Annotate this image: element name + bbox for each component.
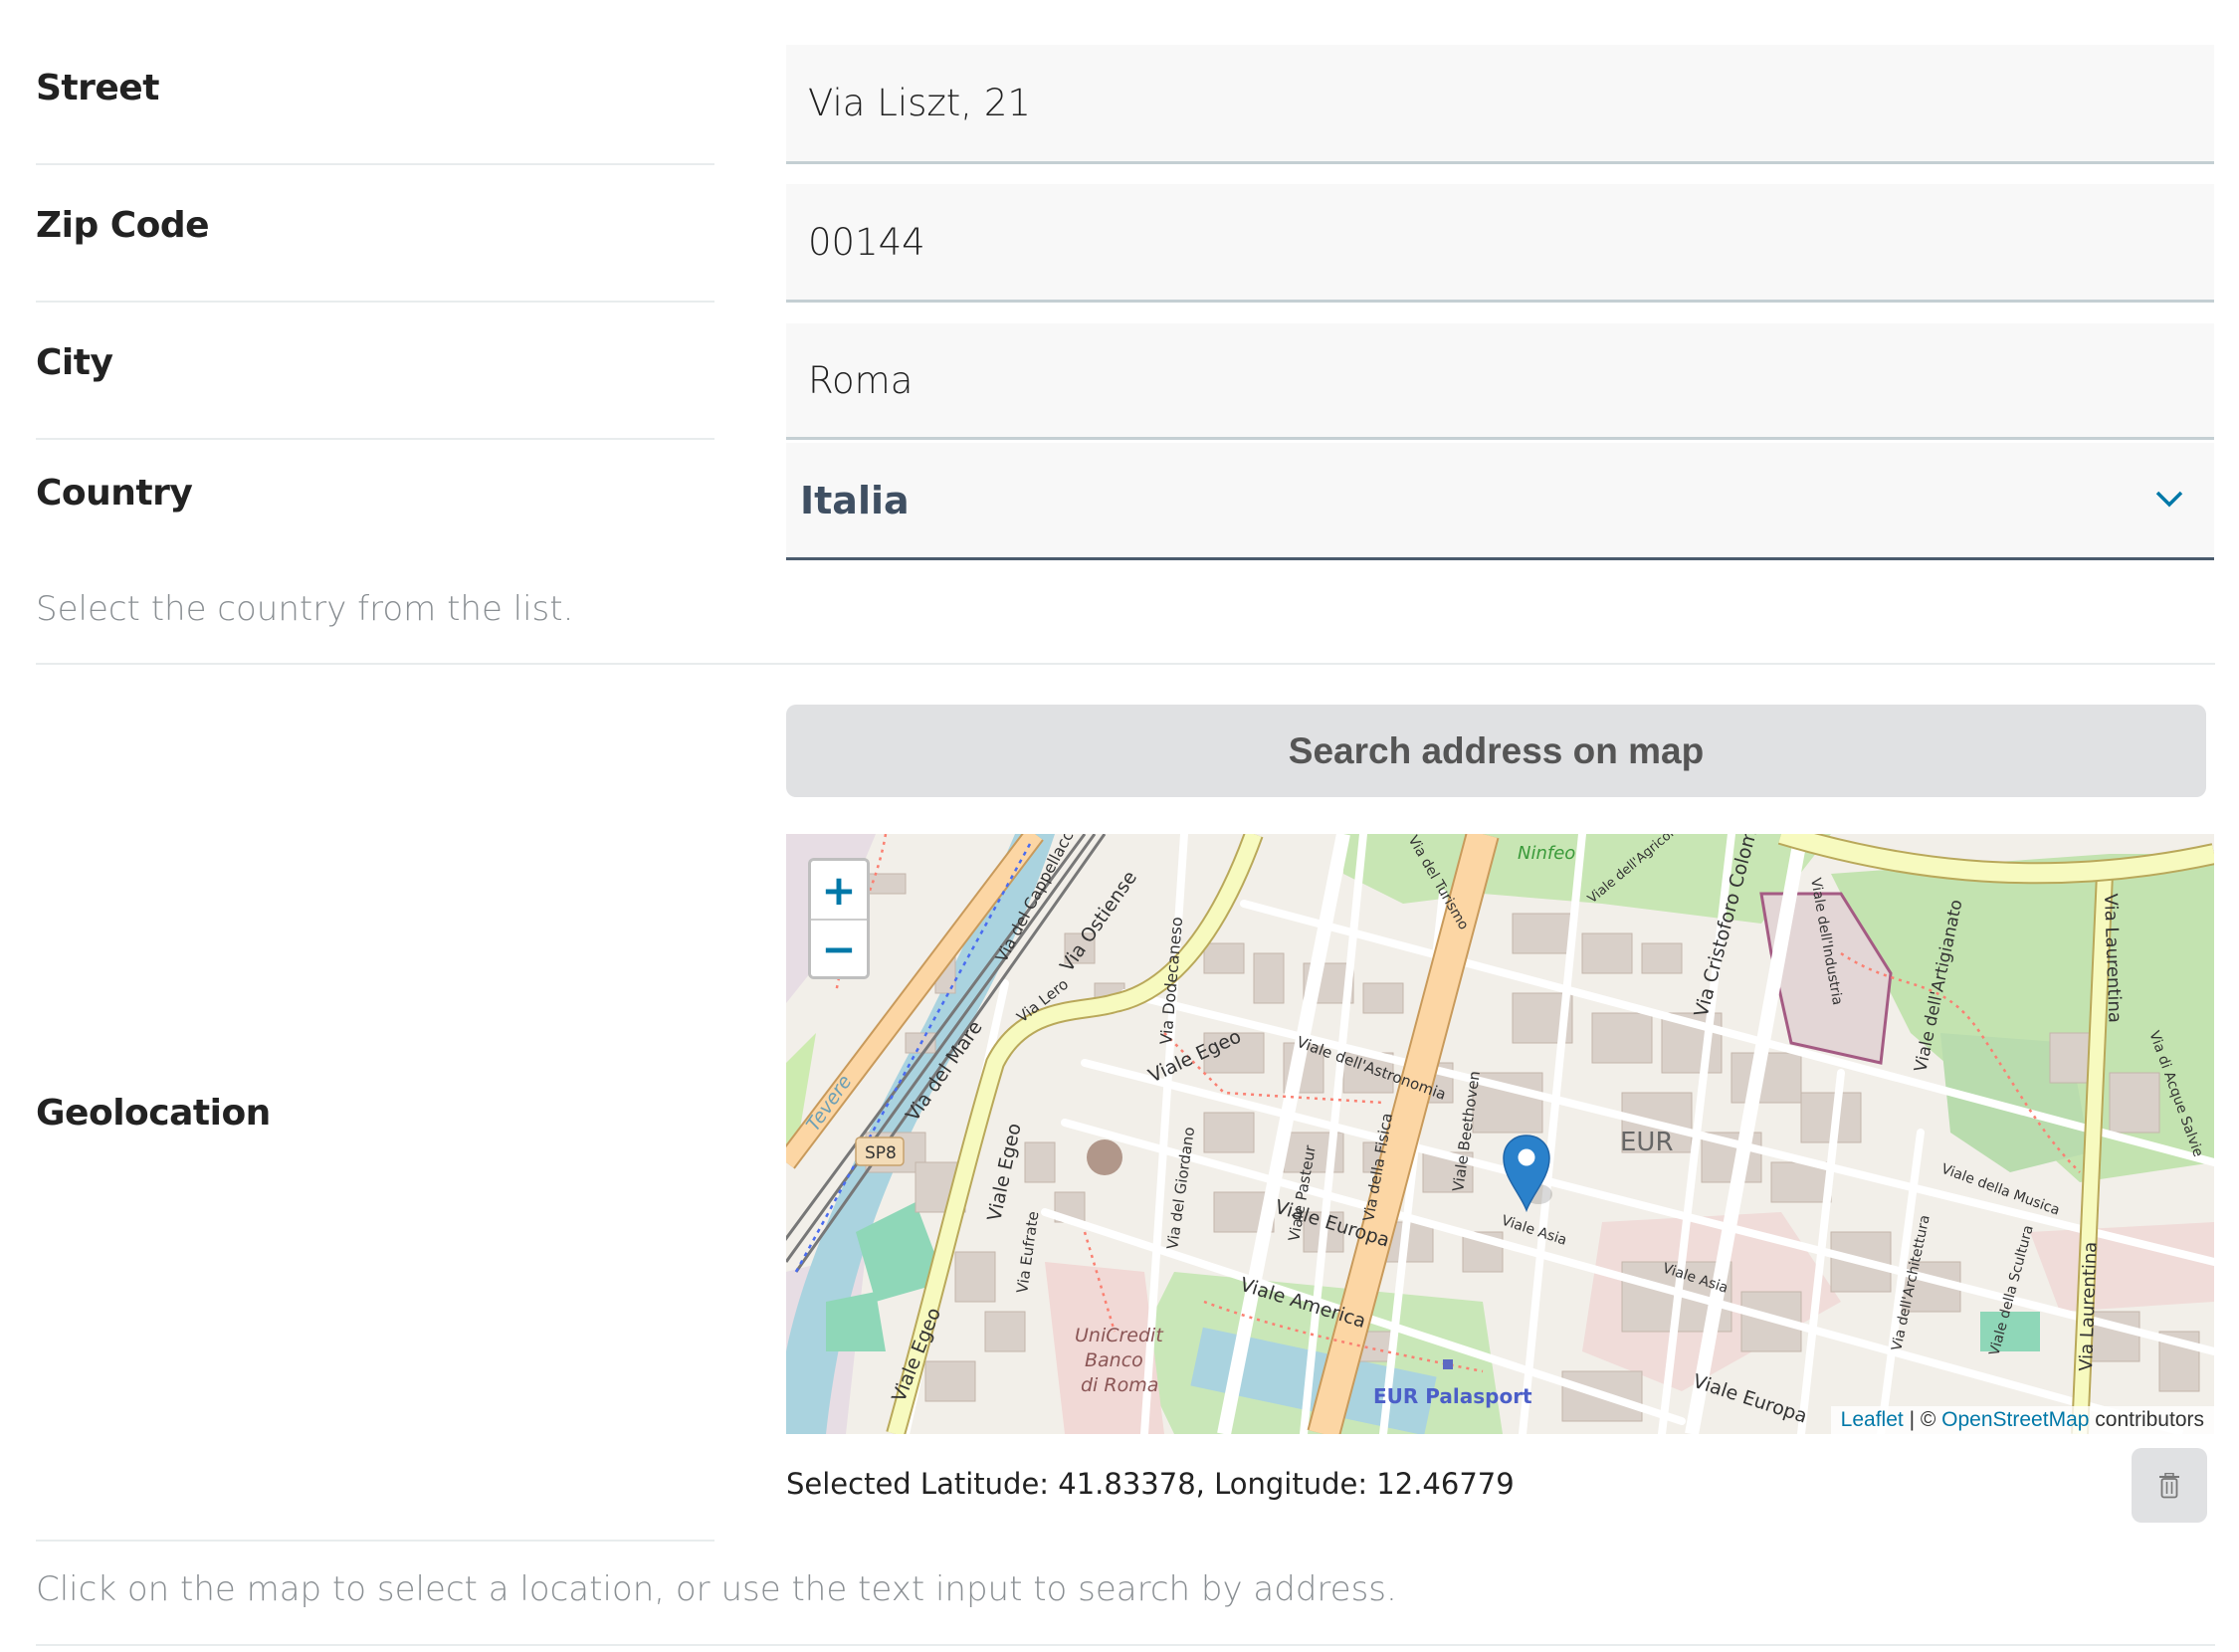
country-selected-value: Italia	[800, 478, 910, 522]
country-select[interactable]: Italia	[786, 443, 2214, 560]
divider	[36, 163, 714, 165]
map[interactable]: Tevere Via del Mare Via Ostiense Via del…	[786, 834, 2214, 1434]
attribution-separator: | ©	[1903, 1408, 1942, 1431]
divider	[36, 1540, 714, 1542]
divider	[36, 663, 2215, 665]
country-label: Country	[36, 473, 193, 514]
zoom-in-button[interactable]: +	[811, 861, 867, 919]
divider	[36, 1644, 2215, 1646]
map-label-eur-palasport: EUR Palasport	[1373, 1384, 1532, 1408]
zip-code-label: Zip Code	[36, 205, 210, 246]
clear-location-button[interactable]	[2132, 1448, 2207, 1523]
map-label-eur: EUR	[1620, 1128, 1674, 1157]
search-address-button[interactable]: Search address on map	[786, 705, 2206, 797]
city-input[interactable]: Roma	[786, 323, 2214, 440]
geolocation-help-text: Click on the map to select a location, o…	[36, 1569, 1397, 1609]
map-label-di-roma: di Roma	[1081, 1374, 1158, 1396]
selected-coordinates: Selected Latitude: 41.83378, Longitude: …	[786, 1467, 1515, 1501]
attribution-suffix: contributors	[2089, 1408, 2204, 1431]
city-label: City	[36, 342, 113, 383]
street-label: Street	[36, 68, 159, 108]
zoom-out-button[interactable]: −	[811, 919, 867, 976]
map-marker-icon[interactable]	[1501, 1133, 1552, 1212]
map-label-banco: Banco	[1085, 1349, 1143, 1371]
openstreetmap-link[interactable]: OpenStreetMap	[1941, 1408, 2089, 1431]
map-attribution: Leaflet | © OpenStreetMap contributors	[1830, 1406, 2214, 1434]
zoom-control: + −	[808, 858, 870, 979]
map-label-ninfeo: Ninfeo	[1518, 843, 1575, 864]
divider	[36, 301, 714, 303]
street-value: Via Liszt, 21	[808, 82, 1031, 124]
trash-icon	[2159, 1472, 2179, 1498]
map-label-unicredit: UniCredit	[1075, 1325, 1164, 1346]
divider	[36, 438, 714, 440]
map-label-sp8: SP8	[865, 1143, 897, 1163]
city-value: Roma	[808, 358, 914, 402]
chevron-down-icon	[2155, 491, 2183, 507]
zip-code-value: 00144	[808, 220, 925, 264]
zip-code-input[interactable]: 00144	[786, 184, 2214, 303]
geolocation-label: Geolocation	[36, 1093, 271, 1134]
country-help-text: Select the country from the list.	[36, 589, 574, 629]
street-input[interactable]: Via Liszt, 21	[786, 45, 2214, 164]
leaflet-link[interactable]: Leaflet	[1841, 1408, 1904, 1431]
